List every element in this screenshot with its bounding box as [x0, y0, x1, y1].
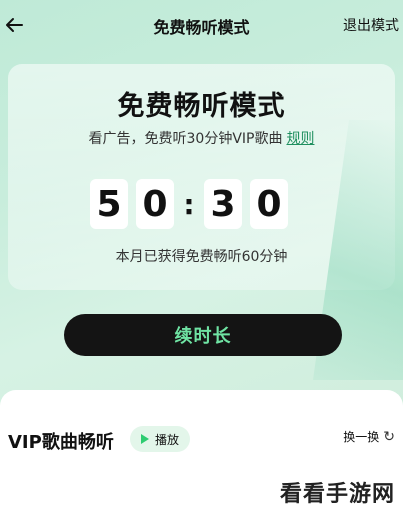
earned-minutes-text: 本月已获得免费畅听60分钟	[115, 249, 288, 265]
rules-link[interactable]: 规则	[286, 131, 314, 147]
timer-digit-seconds-tens: 3	[204, 179, 242, 229]
countdown-timer: 5 0 : 3 0	[90, 178, 296, 230]
play-label: 播放	[154, 432, 179, 447]
timer-separator: :	[183, 187, 195, 221]
card-subtitle: 看广告，免费听30分钟VIP歌曲 规则	[0, 128, 403, 148]
refresh-button[interactable]: 换一换 ↻	[343, 428, 395, 445]
card-title: 免费畅听模式	[117, 91, 286, 122]
top-bar: 免费畅听模式 退出模式	[0, 0, 403, 52]
refresh-label: 换一换	[343, 430, 380, 444]
timer-digit-minutes-ones: 0	[136, 179, 174, 229]
watermark-logo: 看看手游网	[279, 482, 395, 507]
extend-time-button[interactable]: 续时长	[64, 314, 342, 356]
timer-digit-minutes-tens: 5	[90, 179, 128, 229]
section-title: VIP歌曲畅听	[8, 432, 114, 453]
play-icon	[140, 434, 149, 444]
exit-mode-button[interactable]: 退出模式	[343, 15, 399, 35]
play-button[interactable]: 播放	[130, 426, 190, 452]
subtitle-text: 看广告，免费听30分钟VIP歌曲	[88, 131, 283, 147]
timer-digit-seconds-ones: 0	[250, 179, 288, 229]
refresh-icon: ↻	[383, 428, 395, 445]
